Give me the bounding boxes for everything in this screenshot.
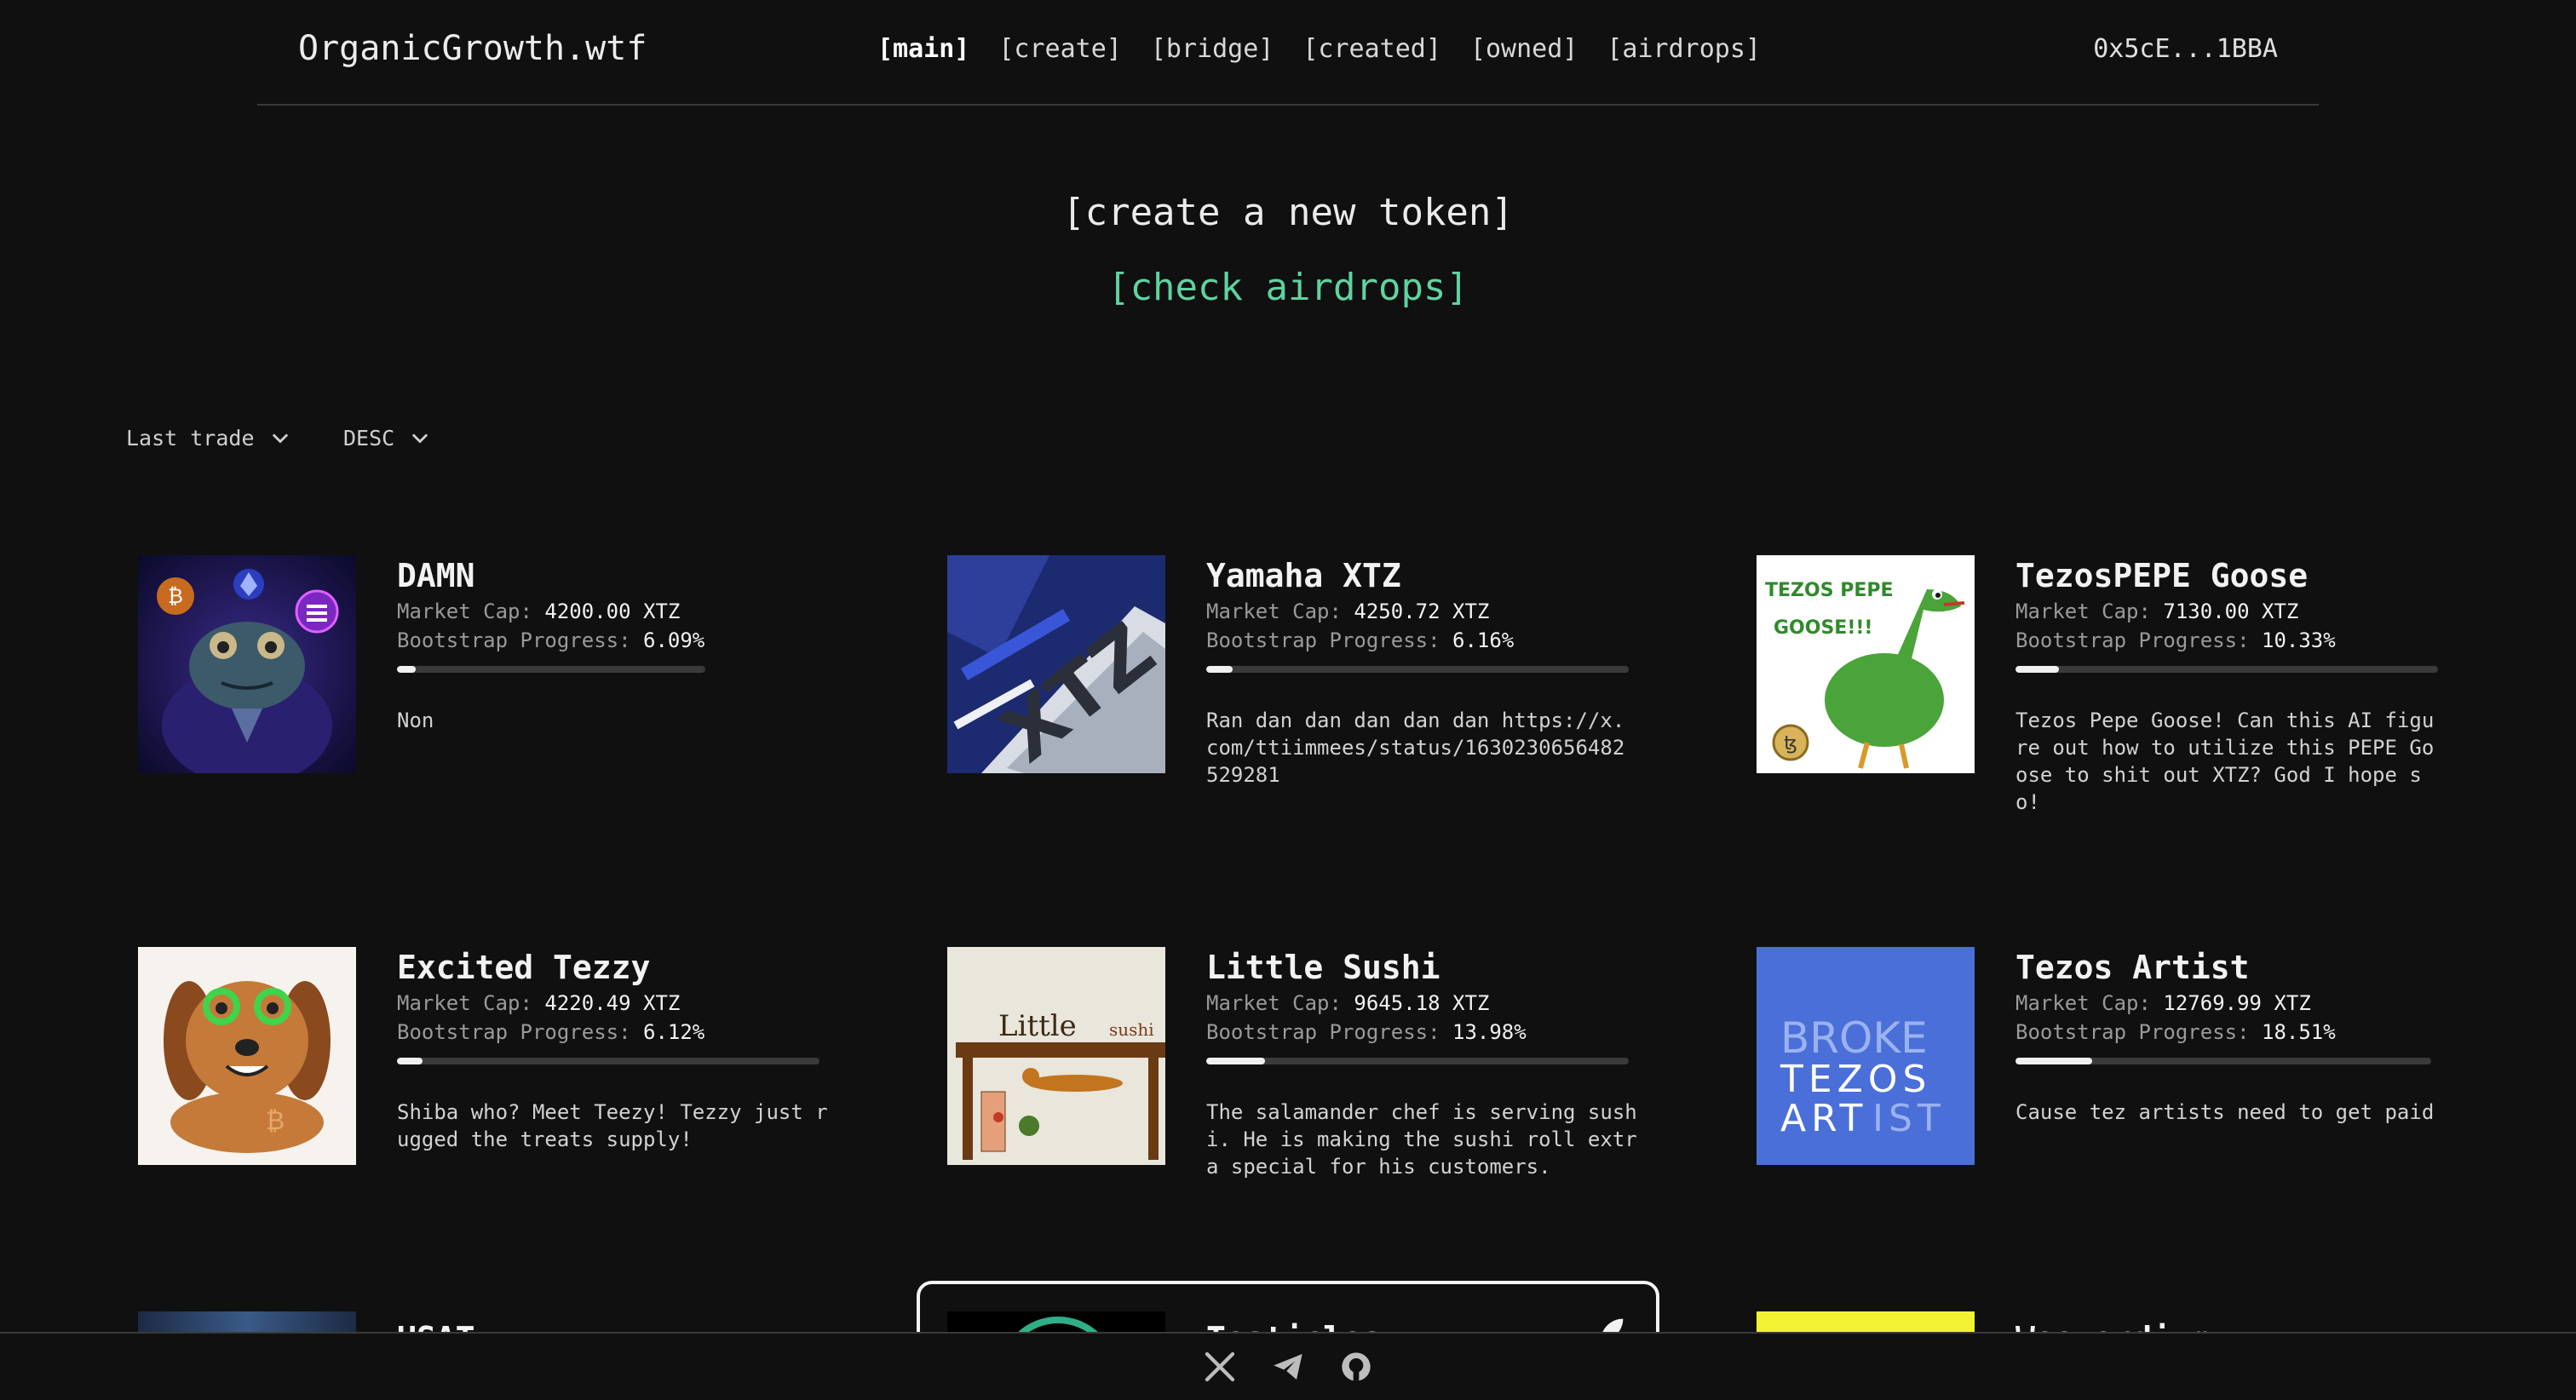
- svg-text:BROKE: BROKE: [1780, 1013, 1928, 1063]
- token-card[interactable]: ₿ Excited Tezzy Market Cap: 4220.49 XTZ …: [138, 947, 947, 1236]
- token-description: Ran dan dan dan dan dan https://x.com/tt…: [1206, 709, 1625, 787]
- progress-bar: [397, 1058, 819, 1064]
- market-cap-stat: Market Cap: 4200.00 XTZ: [397, 600, 942, 623]
- github-icon[interactable]: [1339, 1350, 1373, 1384]
- bootstrap-stat: Bootstrap Progress: 6.16%: [1206, 628, 1751, 652]
- market-cap-label: Market Cap:: [397, 991, 532, 1015]
- bootstrap-stat: Bootstrap Progress: 10.33%: [2015, 628, 2561, 652]
- market-cap-stat: Market Cap: 7130.00 XTZ: [2015, 600, 2561, 623]
- token-card[interactable]: ₿ DAMN Market Cap: 4200.00 XTZ Bootstrap…: [138, 555, 947, 845]
- progress-fill: [2015, 666, 2060, 673]
- token-description: Cause tez artists need to get paid: [2015, 1100, 2435, 1124]
- market-cap-value: 4220.49 XTZ: [544, 991, 681, 1015]
- telegram-icon[interactable]: [1271, 1350, 1305, 1384]
- progress-bar: [1206, 1058, 1629, 1064]
- market-cap-value: 12769.99 XTZ: [2163, 991, 2311, 1015]
- bootstrap-label: Bootstrap Progress:: [1206, 628, 1440, 652]
- progress-fill: [2015, 1058, 2093, 1064]
- token-name: Tezos Artist: [2015, 949, 2250, 986]
- svg-text:sushi: sushi: [1109, 1019, 1154, 1040]
- bootstrap-stat: Bootstrap Progress: 18.51%: [2015, 1020, 2561, 1044]
- market-cap-stat: Market Cap: 4220.49 XTZ: [397, 991, 942, 1015]
- pepe-goose-icon: TEZOS PEPE GOOSE!!! ꜩ: [1757, 555, 1975, 773]
- token-name: Little Sushi: [1206, 949, 1440, 986]
- frog-monk-crypto-icon: ₿: [138, 555, 356, 773]
- progress-bar: [2015, 1058, 2431, 1064]
- market-cap-label: Market Cap:: [2015, 991, 2151, 1015]
- token-info: DAMN Market Cap: 4200.00 XTZ Bootstrap P…: [397, 557, 942, 734]
- market-cap-label: Market Cap:: [2015, 600, 2151, 623]
- market-cap-value: 4250.72 XTZ: [1354, 600, 1490, 623]
- motorcycle-xtz-icon: XTZ: [947, 555, 1165, 773]
- svg-text:TEZOS PEPE: TEZOS PEPE: [1765, 580, 1894, 601]
- bootstrap-value: 6.16%: [1452, 628, 1515, 652]
- progress-fill: [397, 666, 417, 673]
- bootstrap-value: 18.51%: [2262, 1020, 2336, 1044]
- progress-bar: [1206, 666, 1629, 673]
- token-info: Little Sushi Market Cap: 9645.18 XTZ Boo…: [1206, 949, 1751, 1180]
- app-page: OrganicGrowth.wtf [main] [create] [bridg…: [0, 0, 2576, 1400]
- bootstrap-value: 10.33%: [2262, 628, 2336, 652]
- token-info: Excited Tezzy Market Cap: 4220.49 XTZ Bo…: [397, 949, 942, 1153]
- dachshund-glasses-icon: ₿: [138, 947, 356, 1165]
- bootstrap-value: 6.09%: [643, 628, 705, 652]
- progress-bar: [397, 666, 705, 673]
- market-cap-stat: Market Cap: 9645.18 XTZ: [1206, 991, 1751, 1015]
- x-icon[interactable]: [1203, 1350, 1237, 1384]
- svg-text:IST: IST: [1872, 1097, 1946, 1140]
- market-cap-value: 4200.00 XTZ: [544, 600, 681, 623]
- token-description: Tezos Pepe Goose! Can this AI figure out…: [2015, 709, 2435, 814]
- bootstrap-stat: Bootstrap Progress: 13.98%: [1206, 1020, 1751, 1044]
- token-card[interactable]: XTZ Yamaha XTZ Market Cap: 4250.72 XTZ B…: [947, 555, 1757, 845]
- progress-bar: [2015, 666, 2438, 673]
- svg-text:₿: ₿: [168, 584, 183, 608]
- token-name: Excited Tezzy: [397, 949, 651, 986]
- bootstrap-stat: Bootstrap Progress: 6.12%: [397, 1020, 942, 1044]
- svg-text:₿: ₿: [266, 1106, 285, 1136]
- token-info: Yamaha XTZ Market Cap: 4250.72 XTZ Boots…: [1206, 557, 1751, 789]
- market-cap-label: Market Cap:: [1206, 600, 1342, 623]
- salamander-sushi-icon: Little sushi: [947, 947, 1165, 1165]
- token-name: DAMN: [397, 557, 475, 594]
- market-cap-value: 9645.18 XTZ: [1354, 991, 1490, 1015]
- footer-bar: [0, 1332, 2576, 1400]
- svg-text:ꜩ: ꜩ: [1784, 733, 1797, 755]
- progress-fill: [1206, 1058, 1266, 1064]
- svg-text:TEZOS: TEZOS: [1780, 1058, 1931, 1101]
- token-description: Non: [397, 709, 434, 732]
- bootstrap-label: Bootstrap Progress:: [2015, 1020, 2250, 1044]
- progress-fill: [397, 1058, 423, 1064]
- broke-tezos-artist-icon: BROKE TEZOS ART IST: [1757, 947, 1975, 1165]
- bootstrap-value: 13.98%: [1452, 1020, 1527, 1044]
- market-cap-label: Market Cap:: [1206, 991, 1342, 1015]
- market-cap-value: 7130.00 XTZ: [2163, 600, 2299, 623]
- bootstrap-value: 6.12%: [643, 1020, 705, 1044]
- token-name: TezosPEPE Goose: [2015, 557, 2309, 594]
- svg-text:GOOSE!!!: GOOSE!!!: [1774, 617, 1872, 639]
- token-name: Yamaha XTZ: [1206, 557, 1401, 594]
- bootstrap-label: Bootstrap Progress:: [397, 628, 631, 652]
- token-card[interactable]: BROKE TEZOS ART IST Tezos Artist Market …: [1757, 947, 2566, 1236]
- token-grid: ₿ DAMN Market Cap: 4200.00 XTZ Bootstrap…: [0, 0, 2576, 1383]
- svg-text:Little: Little: [998, 1009, 1077, 1043]
- bootstrap-stat: Bootstrap Progress: 6.09%: [397, 628, 942, 652]
- svg-text:ART: ART: [1780, 1097, 1867, 1140]
- bootstrap-label: Bootstrap Progress:: [2015, 628, 2250, 652]
- token-card[interactable]: Little sushi Little Sushi Market Cap: 96…: [947, 947, 1757, 1236]
- token-description: Shiba who? Meet Teezy! Tezzy just rugged…: [397, 1100, 828, 1151]
- market-cap-stat: Market Cap: 12769.99 XTZ: [2015, 991, 2561, 1015]
- token-card[interactable]: TEZOS PEPE GOOSE!!! ꜩ TezosPEPE Goose Ma…: [1757, 555, 2566, 845]
- bootstrap-label: Bootstrap Progress:: [397, 1020, 631, 1044]
- token-info: Tezos Artist Market Cap: 12769.99 XTZ Bo…: [2015, 949, 2561, 1126]
- market-cap-label: Market Cap:: [397, 600, 532, 623]
- progress-fill: [1206, 666, 1233, 673]
- market-cap-stat: Market Cap: 4250.72 XTZ: [1206, 600, 1751, 623]
- token-info: TezosPEPE Goose Market Cap: 7130.00 XTZ …: [2015, 557, 2561, 816]
- token-description: The salamander chef is serving sushi. He…: [1206, 1100, 1637, 1179]
- bootstrap-label: Bootstrap Progress:: [1206, 1020, 1440, 1044]
